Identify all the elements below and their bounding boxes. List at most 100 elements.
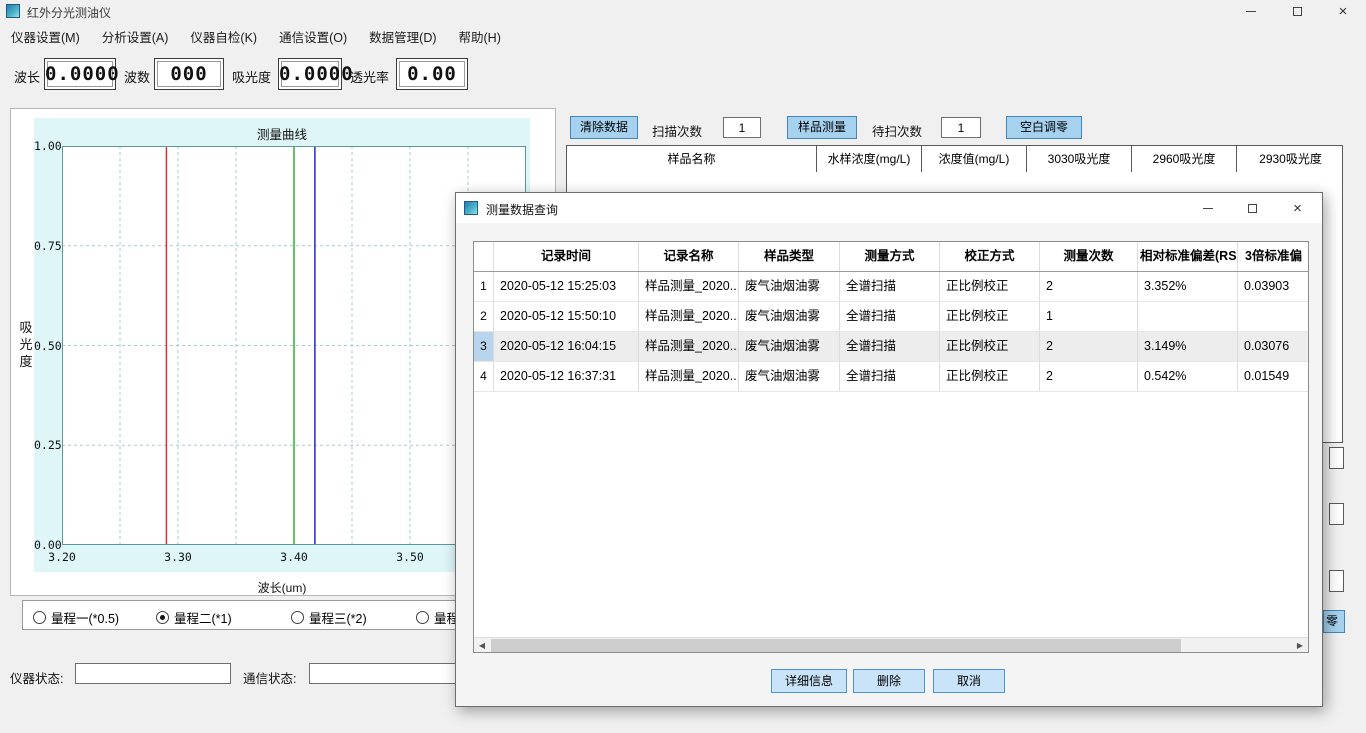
instrument-status-label: 仪器状态: <box>10 668 63 687</box>
records-table-header: 记录时间记录名称样品类型测量方式校正方式测量次数相对标准偏差(RSD3倍标准偏 <box>474 242 1308 272</box>
records-table-rows: 12020-05-12 15:25:03样品测量_2020...废气油烟油雾全谱… <box>474 272 1308 392</box>
table-cell <box>1138 302 1238 331</box>
scan-count-input[interactable] <box>723 117 761 138</box>
table-cell: 1 <box>1040 302 1138 331</box>
records-table: 记录时间记录名称样品类型测量方式校正方式测量次数相对标准偏差(RSD3倍标准偏 … <box>473 241 1309 653</box>
absorbance-display: 0.0000 <box>278 58 342 90</box>
delete-button[interactable]: 删除 <box>853 669 925 693</box>
dialog-minimize-button[interactable] <box>1185 193 1230 223</box>
scroll-right-arrow[interactable]: ▶ <box>1292 638 1308 653</box>
wavelength-label: 波长 <box>14 67 40 86</box>
table-cell: 样品测量_2020... <box>639 302 739 331</box>
horizontal-scrollbar[interactable]: ◀ ▶ <box>474 637 1308 652</box>
scan-count-label: 扫描次数 <box>652 121 702 140</box>
table-row[interactable]: 32020-05-12 16:04:15样品测量_2020...废气油烟油雾全谱… <box>474 332 1308 362</box>
menu-item-3[interactable]: 仪器自检(K) <box>179 22 268 46</box>
window-controls: × <box>1228 0 1366 22</box>
table-cell: 0.542% <box>1138 362 1238 391</box>
table-cell: 正比例校正 <box>940 302 1040 331</box>
table-cell: 2 <box>1040 332 1138 361</box>
x-tick-label: 3.30 <box>162 550 194 564</box>
clear-data-button[interactable]: 清除数据 <box>570 116 638 139</box>
instrument-status-input[interactable] <box>75 663 231 684</box>
minimize-icon <box>1246 11 1256 12</box>
cancel-button[interactable]: 取消 <box>933 669 1005 693</box>
row-number-header <box>474 242 494 271</box>
clipped-input-fragment[interactable] <box>1329 447 1344 469</box>
maximize-button[interactable] <box>1274 0 1320 22</box>
table-row[interactable]: 22020-05-12 15:50:10样品测量_2020...废气油烟油雾全谱… <box>474 302 1308 332</box>
table-cell: 0.03903 <box>1238 272 1309 301</box>
table-cell: 废气油烟油雾 <box>739 272 840 301</box>
close-icon: × <box>1293 201 1302 216</box>
detail-info-button[interactable]: 详细信息 <box>771 669 847 693</box>
pending-count-input[interactable] <box>941 117 981 138</box>
table-cell: 2 <box>1040 362 1138 391</box>
radio-icon <box>291 611 304 624</box>
app-icon <box>6 4 20 18</box>
menu-item-1[interactable]: 仪器设置(M) <box>0 22 91 46</box>
menu-item-4[interactable]: 通信设置(O) <box>268 22 358 46</box>
x-tick-label: 3.40 <box>278 550 310 564</box>
blank-zero-button[interactable]: 空白调零 <box>1006 116 1082 139</box>
dialog-close-button[interactable]: × <box>1275 193 1320 223</box>
dialog-column-header: 测量方式 <box>840 242 940 271</box>
sample-column-header: 水样浓度(mg/L) <box>817 146 922 172</box>
clipped-zero-button-fragment[interactable]: 零 <box>1323 610 1345 633</box>
clipped-input-fragment[interactable] <box>1329 503 1344 525</box>
pending-count-label: 待扫次数 <box>872 121 922 140</box>
maximize-icon <box>1248 204 1257 213</box>
table-cell: 正比例校正 <box>940 362 1040 391</box>
dialog-column-header: 记录时间 <box>494 242 639 271</box>
minimize-button[interactable] <box>1228 0 1274 22</box>
dialog-column-header: 样品类型 <box>739 242 840 271</box>
table-cell <box>1238 302 1309 331</box>
app-titlebar: 红外分光测油仪 × <box>0 0 1366 22</box>
row-number-cell: 1 <box>474 272 494 301</box>
table-cell: 全谱扫描 <box>840 332 940 361</box>
table-cell: 全谱扫描 <box>840 362 940 391</box>
dialog-maximize-button[interactable] <box>1230 193 1275 223</box>
absorbance-label: 吸光度 <box>232 67 271 86</box>
close-button[interactable]: × <box>1320 0 1366 22</box>
chart-title: 测量曲线 <box>34 124 530 143</box>
close-icon: × <box>1339 4 1348 19</box>
table-cell: 0.03076 <box>1238 332 1309 361</box>
maximize-icon <box>1293 7 1302 16</box>
scroll-left-arrow[interactable]: ◀ <box>474 638 490 653</box>
range-radio-3[interactable]: 量程三(*2) <box>291 608 367 627</box>
table-cell: 3.352% <box>1138 272 1238 301</box>
dialog-column-header: 校正方式 <box>940 242 1040 271</box>
window-title: 红外分光测油仪 <box>27 4 111 21</box>
menu-item-2[interactable]: 分析设置(A) <box>91 22 180 46</box>
x-tick-label: 3.50 <box>394 550 426 564</box>
y-tick-label: 0.75 <box>34 239 58 253</box>
radio-icon <box>416 611 429 624</box>
transmittance-label: 透光率 <box>350 67 389 86</box>
table-cell: 2 <box>1040 272 1138 301</box>
table-cell: 2020-05-12 16:37:31 <box>494 362 639 391</box>
table-cell: 全谱扫描 <box>840 302 940 331</box>
menu-item-6[interactable]: 帮助(H) <box>448 22 512 46</box>
clipped-input-fragment[interactable] <box>1329 570 1344 592</box>
y-axis-label: 吸光度 <box>18 319 34 370</box>
table-row[interactable]: 12020-05-12 15:25:03样品测量_2020...废气油烟油雾全谱… <box>474 272 1308 302</box>
row-number-cell: 4 <box>474 362 494 391</box>
scroll-thumb[interactable] <box>491 639 1181 652</box>
range-radio-4[interactable]: 量程 <box>416 608 459 627</box>
range-radio-label: 量程二(*1) <box>174 608 232 627</box>
dialog-column-header: 相对标准偏差(RSD <box>1138 242 1238 271</box>
range-radio-2[interactable]: 量程二(*1) <box>156 608 232 627</box>
sample-measure-button[interactable]: 样品测量 <box>787 116 857 139</box>
table-cell: 2020-05-12 16:04:15 <box>494 332 639 361</box>
range-radio-label: 量程一(*0.5) <box>51 608 119 627</box>
menu-item-5[interactable]: 数据管理(D) <box>358 22 447 46</box>
transmittance-display: 0.00 <box>396 58 468 90</box>
dialog-titlebar: 测量数据查询 × <box>456 193 1322 223</box>
table-row[interactable]: 42020-05-12 16:37:31样品测量_2020...废气油烟油雾全谱… <box>474 362 1308 392</box>
y-tick-label: 0.50 <box>34 339 58 353</box>
wavelength-display: 0.0000 <box>44 58 116 90</box>
dialog-icon <box>464 201 478 215</box>
range-radio-1[interactable]: 量程一(*0.5) <box>33 608 119 627</box>
sample-column-header: 浓度值(mg/L) <box>922 146 1027 172</box>
